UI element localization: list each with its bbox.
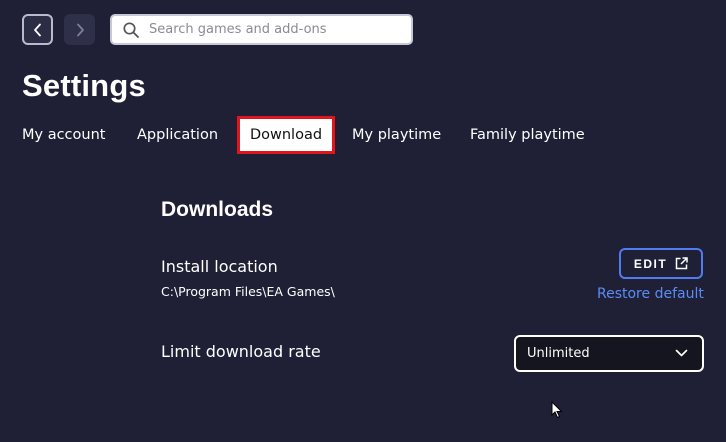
install-location-label: Install location bbox=[161, 257, 278, 276]
search-bar[interactable] bbox=[110, 14, 413, 45]
mouse-cursor-icon bbox=[551, 400, 563, 419]
download-rate-select[interactable]: Unlimited bbox=[514, 335, 704, 372]
back-button[interactable] bbox=[22, 14, 53, 45]
download-rate-label: Limit download rate bbox=[161, 342, 321, 361]
chevron-left-icon bbox=[33, 23, 43, 37]
page-title: Settings bbox=[22, 68, 146, 103]
restore-default-link[interactable]: Restore default bbox=[597, 286, 704, 302]
tab-my-account[interactable]: My account bbox=[22, 116, 105, 154]
install-location-path: C:\Program Files\EA Games\ bbox=[161, 284, 335, 299]
forward-button[interactable] bbox=[64, 14, 95, 45]
tab-my-playtime[interactable]: My playtime bbox=[352, 116, 441, 154]
search-icon bbox=[122, 21, 140, 39]
chevron-right-icon bbox=[75, 23, 85, 37]
section-title: Downloads bbox=[161, 198, 274, 221]
chevron-down-icon bbox=[675, 346, 688, 361]
external-link-icon bbox=[675, 257, 688, 270]
download-rate-value: Unlimited bbox=[527, 346, 590, 361]
edit-button-label: EDIT bbox=[633, 256, 668, 271]
tab-download[interactable]: Download bbox=[237, 116, 335, 154]
tab-application[interactable]: Application bbox=[137, 116, 218, 154]
edit-button[interactable]: EDIT bbox=[619, 248, 703, 279]
tab-family-playtime[interactable]: Family playtime bbox=[470, 116, 585, 154]
settings-window: Settings My account Application Download… bbox=[0, 0, 726, 442]
search-input[interactable] bbox=[149, 22, 399, 37]
